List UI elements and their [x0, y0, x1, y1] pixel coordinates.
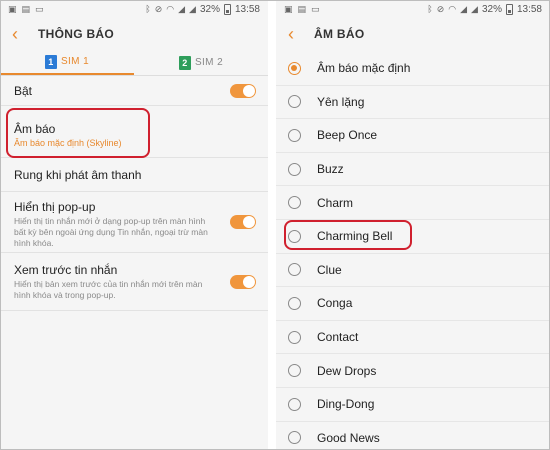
clock: 13:58	[234, 3, 260, 15]
back-arrow-icon[interactable]: ‹	[12, 25, 32, 43]
tab-label: SIM 1	[60, 56, 90, 67]
notifications-toggle[interactable]	[230, 83, 256, 98]
setting-vibrate[interactable]: Rung khi phát âm thanh	[0, 158, 268, 192]
radio-button[interactable]	[288, 431, 301, 445]
radio-button[interactable]	[288, 95, 301, 109]
ringtone-option[interactable]: Contact	[276, 321, 550, 355]
gallery-icon: ▣	[8, 3, 17, 14]
gallery-icon: ▣	[284, 3, 293, 14]
app-header: ‹ THÔNG BÁO	[0, 18, 268, 50]
message-icon: ▭	[35, 3, 44, 14]
notification-icon: ▤	[21, 3, 31, 14]
battery-icon	[505, 3, 513, 15]
sim-tabs: 1 SIM 1 2 SIM 2	[0, 50, 268, 76]
setting-title: Hiển thị pop-up	[14, 200, 96, 214]
ringtone-label: Dew Drops	[317, 363, 377, 378]
popup-toggle[interactable]	[230, 215, 256, 229]
radio-button[interactable]	[288, 364, 301, 378]
ringtone-label: Buzz	[317, 162, 344, 177]
tab-sim-1[interactable]: 1 SIM 1	[0, 50, 134, 75]
mute-icon: ⊘	[154, 3, 163, 14]
status-bar: ▣ ▤ ▭ ᛒ ⊘ ◠ ◢ ◢ 32% 13:58	[276, 0, 550, 18]
radio-button[interactable]	[288, 330, 301, 344]
page-title: ÂM BÁO	[314, 27, 365, 41]
signal-icon: ◢	[178, 3, 186, 14]
back-arrow-icon[interactable]: ‹	[288, 25, 308, 43]
preview-toggle[interactable]	[230, 274, 256, 289]
tab-label: SIM 2	[194, 57, 224, 68]
setting-title: Rung khi phát âm thanh	[14, 167, 142, 182]
bluetooth-icon: ᛒ	[427, 4, 433, 14]
sim-2-icon: 2	[178, 55, 191, 70]
status-bar: ▣ ▤ ▭ ᛒ ⊘ ◠ ◢ ◢ 32% 13:58	[0, 0, 268, 18]
ringtone-option[interactable]: Conga	[276, 287, 550, 321]
ringtone-option[interactable]: Charm	[276, 186, 550, 220]
setting-description: Hiển thị bản xem trước của tin nhắn mới …	[14, 279, 203, 300]
ringtone-label: Yên lặng	[317, 94, 365, 109]
ringtone-option[interactable]: Ding-Dong	[276, 388, 550, 422]
mute-icon: ⊘	[436, 3, 445, 14]
bluetooth-icon: ᛒ	[145, 4, 151, 14]
radio-button[interactable]	[288, 229, 301, 243]
ringtone-label: Conga	[317, 296, 353, 311]
left-screen: ▣ ▤ ▭ ᛒ ⊘ ◠ ◢ ◢ 32% 13:58 ‹ THÔNG BÁO 1 …	[0, 0, 268, 450]
signal-icon: ◢	[460, 3, 468, 14]
ringtone-option[interactable]: Clue	[276, 254, 550, 288]
ringtone-option[interactable]: Yên lặng	[276, 86, 550, 120]
ringtone-label: Beep Once	[317, 128, 378, 143]
radio-button[interactable]	[288, 263, 301, 277]
ringtone-label: Âm báo mặc định	[317, 61, 411, 76]
ringtone-option[interactable]: Dew Drops	[276, 354, 550, 388]
setting-description: Hiển thị tin nhắn mới ở dạng pop-up trên…	[14, 216, 208, 248]
page-title: THÔNG BÁO	[38, 27, 115, 41]
setting-popup[interactable]: Hiển thị pop-up Hiển thị tin nhắn mới ở …	[0, 192, 268, 253]
setting-title: Âm báo	[14, 122, 56, 136]
screen-divider	[268, 0, 276, 450]
setting-preview[interactable]: Xem trước tin nhắn Hiển thị bản xem trướ…	[0, 253, 268, 311]
wifi-icon: ◠	[166, 3, 175, 14]
ringtone-option[interactable]: Âm báo mặc định	[276, 52, 550, 86]
ringtone-option[interactable]: Charming Bell	[276, 220, 550, 254]
ringtone-label: Clue	[317, 262, 342, 277]
radio-button[interactable]	[288, 397, 301, 411]
setting-value: Âm báo mặc định (Skyline)	[14, 138, 122, 148]
signal-2-icon: ◢	[189, 3, 196, 14]
radio-button[interactable]	[288, 128, 301, 142]
app-header: ‹ ÂM BÁO	[276, 18, 550, 50]
radio-button[interactable]	[288, 61, 301, 75]
ringtone-option[interactable]: Good News	[276, 422, 550, 450]
radio-button[interactable]	[288, 196, 301, 210]
ringtone-label: Ding-Dong	[317, 397, 375, 412]
ringtone-option[interactable]: Buzz	[276, 153, 550, 187]
battery-icon	[223, 3, 231, 15]
clock: 13:58	[516, 3, 542, 15]
setting-notifications-enable[interactable]: Bật	[0, 76, 268, 106]
setting-notification-sound[interactable]: Âm báo Âm báo mặc định (Skyline)	[0, 106, 268, 158]
setting-title: Xem trước tin nhắn	[14, 263, 118, 277]
sim-1-icon: 1	[44, 54, 57, 69]
message-icon: ▭	[311, 3, 320, 14]
setting-title: Bật	[14, 83, 33, 98]
battery-percent: 32%	[481, 3, 502, 15]
radio-button[interactable]	[288, 296, 301, 310]
ringtone-list: Âm báo mặc định Yên lặng Beep Once Buzz Char…	[276, 52, 550, 450]
right-screen: ▣ ▤ ▭ ᛒ ⊘ ◠ ◢ ◢ 32% 13:58 ‹ ÂM BÁO Âm bá…	[276, 0, 550, 450]
radio-button[interactable]	[288, 162, 301, 176]
battery-percent: 32%	[199, 3, 220, 15]
signal-2-icon: ◢	[471, 3, 478, 14]
ringtone-label: Contact	[317, 330, 359, 345]
tab-sim-2[interactable]: 2 SIM 2	[134, 50, 268, 75]
ringtone-label: Charming Bell	[317, 229, 393, 244]
ringtone-label: Charm	[317, 195, 354, 210]
ringtone-label: Good News	[317, 430, 380, 445]
notification-icon: ▤	[297, 3, 307, 14]
ringtone-option[interactable]: Beep Once	[276, 119, 550, 153]
wifi-icon: ◠	[448, 3, 457, 14]
